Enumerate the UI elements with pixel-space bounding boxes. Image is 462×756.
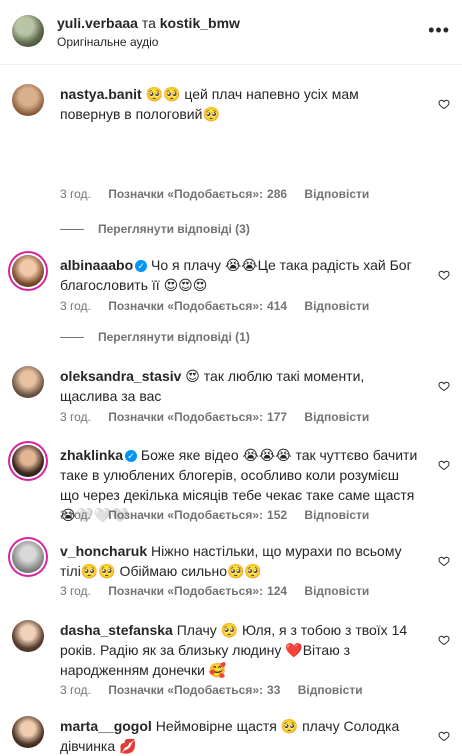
likes-count: 286 (267, 187, 288, 201)
comment-likes[interactable]: Позначки «Подобається»: 177 (108, 410, 287, 424)
comment-avatar[interactable] (12, 445, 44, 477)
comment: marta__gogol Неймовірне щастя 🥺 плачу Со… (0, 716, 462, 754)
more-options-icon[interactable]: ••• (428, 20, 450, 41)
post-header: yuli.verbaaa та kostik_bmw Оригінальне а… (0, 0, 462, 65)
comment-text: nastya.banit 🥺🥺 цей плач напевно усіх ма… (60, 84, 420, 124)
comment-username[interactable]: oleksandra_stasiv (60, 368, 181, 384)
comment-time: 3 год. (60, 508, 91, 522)
comment-likes[interactable]: Позначки «Подобається»: 33 (108, 683, 280, 697)
likes-count: 177 (267, 410, 288, 424)
comment-username[interactable]: nastya.banit (60, 86, 142, 102)
like-heart-icon[interactable] (438, 98, 450, 110)
likes-prefix: Позначки «Подобається»: (108, 584, 264, 598)
view-replies-label: Переглянути відповіді (1) (98, 330, 250, 344)
like-heart-icon[interactable] (438, 730, 450, 742)
likes-count: 33 (267, 683, 281, 697)
likes-prefix: Позначки «Подобається»: (108, 683, 264, 697)
comment-text: albinaaabo ✓ Чо я плачу 😭😭Це така радість… (60, 255, 420, 295)
comment-text: oleksandra_stasiv 😍 так люблю такі момен… (60, 366, 420, 406)
audio-label[interactable]: Оригінальне аудіо (57, 35, 158, 49)
reply-button[interactable]: Відповісти (304, 299, 369, 313)
comment-username[interactable]: zhaklinka (60, 447, 123, 463)
comment-likes[interactable]: Позначки «Подобається»: 124 (108, 584, 287, 598)
comment-text: dasha_stefanska Плачу 🥺 Юля, я з тобою з… (60, 620, 420, 680)
comment-avatar[interactable] (12, 620, 44, 652)
comment-time: 3 год. (60, 683, 91, 697)
view-replies-button[interactable]: Переглянути відповіді (1) (60, 330, 250, 344)
comment: dasha_stefanska Плачу 🥺 Юля, я з тобою з… (0, 620, 462, 700)
comment: oleksandra_stasiv 😍 так люблю такі момен… (0, 366, 462, 426)
comment: albinaaabo ✓ Чо я плачу 😭😭Це така радість… (0, 255, 462, 315)
likes-prefix: Позначки «Подобається»: (108, 508, 264, 522)
replies-line (60, 229, 84, 231)
comment: zhaklinka ✓ Боже яке відео 😭😭😭 так чуттєв… (0, 445, 462, 525)
comment: v_honcharuk Ніжно настільки, що мурахи п… (0, 541, 462, 601)
verified-badge-icon: ✓ (125, 450, 138, 462)
reply-button[interactable]: Відповісти (304, 410, 369, 424)
comment-meta: 3 год. Позначки «Подобається»: 177 Відпов… (60, 410, 383, 424)
comment-username[interactable]: v_honcharuk (60, 543, 147, 559)
comment-meta: 3 год. Позначки «Подобається»: 124 Відпов… (60, 584, 383, 598)
replies-line (60, 337, 84, 339)
comment-time: 3 год. (60, 584, 91, 598)
author-avatar[interactable] (12, 15, 44, 47)
author-username-1[interactable]: yuli.verbaaa (57, 15, 138, 31)
view-replies-label: Переглянути відповіді (3) (98, 222, 250, 236)
comment-avatar[interactable] (12, 716, 44, 748)
like-heart-icon[interactable] (438, 269, 450, 281)
comment-username[interactable]: dasha_stefanska (60, 622, 173, 638)
reply-button[interactable]: Відповісти (298, 683, 363, 697)
comment-likes[interactable]: Позначки «Подобається»: 414 (108, 299, 287, 313)
likes-count: 124 (267, 584, 288, 598)
comment-time: 3 год. (60, 299, 91, 313)
like-heart-icon[interactable] (438, 459, 450, 471)
comment-time: 3 год. (60, 410, 91, 424)
comment-username[interactable]: marta__gogol (60, 718, 152, 734)
comment-meta: 3 год. Позначки «Подобається»: 33 Відпові… (60, 683, 377, 697)
likes-count: 414 (267, 299, 288, 313)
author-names: yuli.verbaaa та kostik_bmw (57, 15, 240, 31)
comment-text: v_honcharuk Ніжно настільки, що мурахи п… (60, 541, 420, 581)
author-username-2[interactable]: kostik_bmw (160, 15, 240, 31)
comment-likes[interactable]: Позначки «Подобається»: 286 (108, 187, 287, 201)
comment-likes[interactable]: Позначки «Подобається»: 152 (108, 508, 287, 522)
view-replies-button[interactable]: Переглянути відповіді (3) (60, 222, 250, 236)
reply-button[interactable]: Відповісти (304, 508, 369, 522)
comment-avatar[interactable] (12, 366, 44, 398)
reply-button[interactable]: Відповісти (304, 584, 369, 598)
comment-avatar[interactable] (12, 541, 44, 573)
comment-meta: 3 год. Позначки «Подобається»: 414 Відпов… (60, 299, 383, 313)
like-heart-icon[interactable] (438, 555, 450, 567)
comment: nastya.banit 🥺🥺 цей плач напевно усіх ма… (0, 84, 462, 204)
comment-avatar[interactable] (12, 255, 44, 287)
comment-time: 3 год. (60, 187, 91, 201)
like-heart-icon[interactable] (438, 380, 450, 392)
comment-avatar[interactable] (12, 84, 44, 116)
comment-username[interactable]: albinaaabo (60, 257, 133, 273)
likes-count: 152 (267, 508, 288, 522)
author-separator: та (141, 15, 156, 31)
likes-prefix: Позначки «Подобається»: (108, 299, 264, 313)
verified-badge-icon: ✓ (135, 260, 148, 272)
like-heart-icon[interactable] (438, 634, 450, 646)
likes-prefix: Позначки «Подобається»: (108, 187, 264, 201)
comment-text: marta__gogol Неймовірне щастя 🥺 плачу Со… (60, 716, 420, 756)
likes-prefix: Позначки «Подобається»: (108, 410, 264, 424)
comment-meta: 3 год. Позначки «Подобається»: 286 Відпов… (60, 187, 383, 201)
comment-meta: 3 год. Позначки «Подобається»: 152 Відпов… (60, 508, 383, 522)
reply-button[interactable]: Відповісти (304, 187, 369, 201)
